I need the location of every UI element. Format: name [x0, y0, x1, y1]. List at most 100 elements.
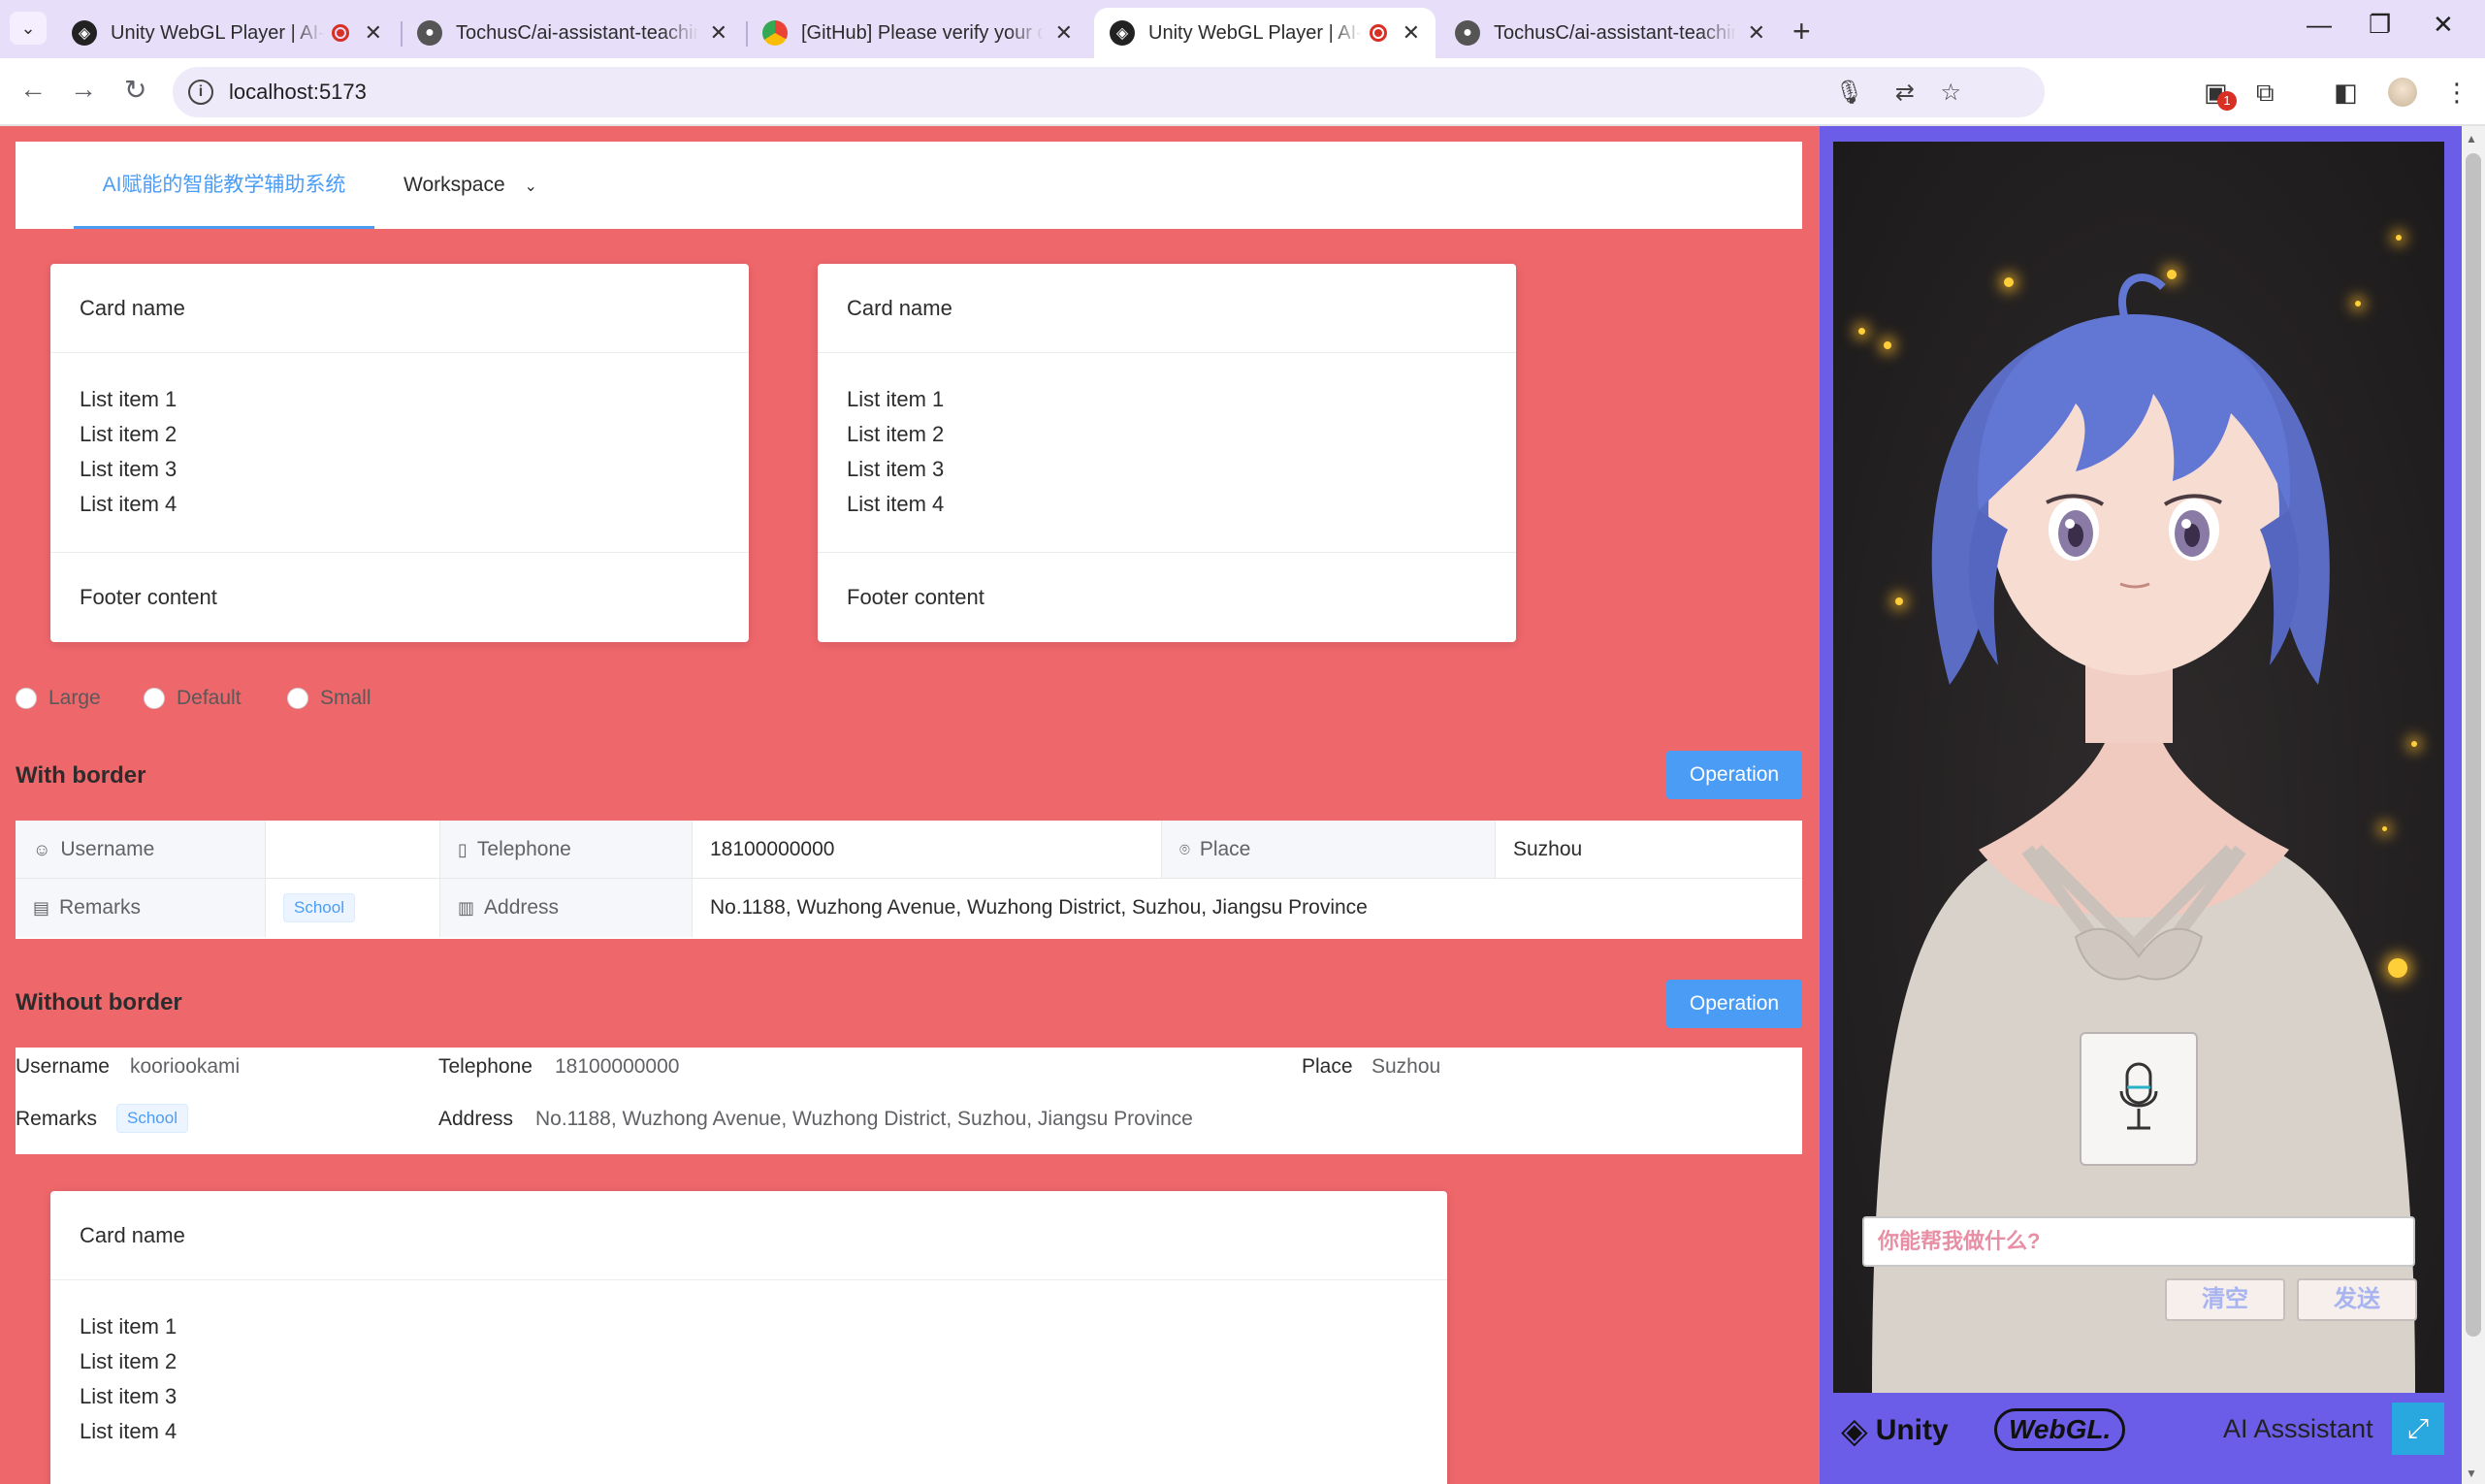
tab-title: Unity WebGL Player | AI-Assistant	[111, 21, 324, 44]
microphone-icon	[2119, 1062, 2158, 1130]
location-pin-icon: ⌾	[1179, 840, 1190, 859]
card-footer: Footer content	[847, 585, 984, 609]
radio-circle	[16, 688, 37, 709]
kebab-menu-icon[interactable]: ⋮	[2444, 78, 2469, 108]
unity-icon: ◈	[1110, 20, 1135, 46]
browser-tab[interactable]: ● TochusC/ai-assistant-teaching ✕	[402, 8, 743, 58]
descriptions-bordered: ☺ Username ▯ Telephone 18100000000 ⌾ Place …	[16, 821, 1802, 939]
card-header: Card name	[818, 264, 1516, 353]
unity-canvas[interactable]: 你能帮我做什么? 清空 发送	[1833, 142, 2444, 1393]
list-item: List item 4	[80, 492, 178, 516]
avatar-character	[1872, 274, 2415, 1393]
radio-label: Default	[177, 687, 242, 709]
chevron-down-icon: ⌄	[20, 17, 36, 38]
tab-title: [GitHub] Please verify your device	[801, 21, 1044, 44]
browser-tab[interactable]: [GitHub] Please verify your device ✕	[747, 8, 1088, 58]
list-item: List item 2	[80, 1349, 178, 1373]
reload-icon[interactable]: ↻	[124, 74, 146, 106]
browser-tab[interactable]: ◈ Unity WebGL Player | AI-Assistant ✕	[56, 8, 398, 58]
size-radio-large[interactable]: Large	[16, 687, 101, 710]
microphone-button[interactable]	[2080, 1032, 2198, 1166]
phone-icon: ▯	[458, 840, 468, 859]
new-tab-plus-icon[interactable]: +	[1792, 14, 1811, 49]
list-item: List item 3	[847, 457, 945, 481]
unity-icon: ◈	[72, 20, 97, 46]
fullscreen-button[interactable]: ⤢	[2392, 1403, 2444, 1455]
place-value: Suzhou	[1496, 821, 1802, 879]
restore-icon[interactable]: ❐	[2369, 10, 2391, 40]
card-body: List item 1 List item 2 List item 3 List…	[818, 353, 1516, 553]
puzzle-extensions-icon[interactable]: ⧉	[2256, 78, 2275, 109]
minimize-icon[interactable]: —	[2307, 10, 2332, 40]
tickets-icon: ▤	[33, 898, 50, 918]
close-tab-icon[interactable]: ✕	[1055, 20, 1073, 46]
unity-logo-text: Unity	[1875, 1414, 1949, 1446]
browser-tab[interactable]: ● TochusC/ai-assistant-teaching ✕	[1439, 8, 1781, 58]
section-title-without-border: Without border	[16, 989, 182, 1016]
main-content: AI赋能的智能教学辅助系统 Workspace ⌄ Card name List…	[0, 126, 1820, 1484]
address-label-cell: ▥ Address	[440, 879, 693, 937]
list-item: List item 4	[80, 1419, 178, 1443]
scroll-up-arrow-icon[interactable]: ▲	[2466, 132, 2477, 145]
github-icon: ●	[417, 20, 442, 46]
scroll-down-arrow-icon[interactable]: ▼	[2466, 1467, 2477, 1480]
address-value: No.1188, Wuzhong Avenue, Wuzhong Distric…	[535, 1108, 1193, 1130]
gmail-icon	[762, 20, 788, 46]
remarks-value: School	[116, 1104, 188, 1133]
bookmark-star-icon[interactable]: ☆	[1940, 79, 1961, 107]
operation-button[interactable]: Operation	[1666, 980, 1802, 1028]
clear-button[interactable]: 清空	[2165, 1278, 2285, 1321]
address-label: Address	[484, 896, 560, 919]
list-item: List item 4	[847, 492, 945, 516]
card: Card name List item 1 List item 2 List i…	[818, 264, 1516, 642]
side-panel-icon[interactable]: ◧	[2334, 78, 2358, 108]
remarks-label-cell: ▤ Remarks	[16, 879, 266, 937]
back-arrow-icon[interactable]: ←	[19, 74, 47, 105]
radio-label: Large	[48, 687, 101, 709]
webgl-logo: WebGL.	[1994, 1408, 2126, 1451]
username-label: Username	[16, 1055, 110, 1078]
username-value	[266, 821, 440, 879]
tab-title: TochusC/ai-assistant-teaching	[1494, 21, 1736, 44]
menu-item-label: AI赋能的智能教学辅助系统	[102, 174, 346, 196]
menu-item-home[interactable]: AI赋能的智能教学辅助系统	[74, 142, 374, 229]
size-radio-default[interactable]: Default	[144, 687, 242, 710]
microphone-icon[interactable]: 🎙	[1835, 79, 1864, 107]
list-item: List item 3	[80, 457, 178, 481]
username-label: Username	[60, 838, 155, 860]
card-footer: Footer content	[80, 585, 217, 609]
url-text: localhost:5173	[229, 80, 367, 104]
telephone-label-cell: ▯ Telephone	[440, 821, 693, 879]
forward-arrow-icon[interactable]: →	[70, 74, 97, 105]
close-tab-icon[interactable]: ✕	[365, 20, 382, 46]
close-tab-icon[interactable]: ✕	[1748, 20, 1765, 46]
size-radio-small[interactable]: Small	[287, 687, 371, 710]
list-item: List item 3	[80, 1384, 178, 1408]
school-tag: School	[116, 1104, 188, 1133]
site-info-icon[interactable]: i	[188, 80, 213, 105]
scrollbar-thumb[interactable]	[2466, 153, 2481, 1337]
close-window-icon[interactable]: ✕	[2433, 10, 2454, 40]
place-value: Suzhou	[1372, 1055, 1441, 1078]
chat-input[interactable]: 你能帮我做什么?	[1862, 1216, 2415, 1267]
menu-item-workspace[interactable]: Workspace ⌄	[403, 142, 537, 229]
list-item: List item 2	[80, 422, 178, 446]
close-tab-icon[interactable]: ✕	[710, 20, 727, 46]
close-tab-icon[interactable]: ✕	[1403, 20, 1420, 46]
translate-icon[interactable]: ⇄	[1895, 79, 1915, 107]
card-header: Card name	[50, 264, 749, 353]
unity-logo: ◈ Unity	[1841, 1410, 1949, 1451]
telephone-label: Telephone	[438, 1055, 532, 1078]
tab-title: TochusC/ai-assistant-teaching	[456, 21, 698, 44]
operation-button[interactable]: Operation	[1666, 751, 1802, 799]
card-body: List item 1 List item 2 List item 3 List…	[50, 353, 749, 553]
address-bar[interactable]: i localhost:5173 🎙 ⇄ ☆	[173, 67, 2045, 117]
browser-tab-active[interactable]: ◈ Unity WebGL Player | AI-Assistant ✕	[1094, 8, 1436, 58]
profile-avatar[interactable]	[2388, 78, 2417, 107]
tab-search-button[interactable]: ⌄	[10, 12, 47, 45]
remarks-label: Remarks	[16, 1108, 98, 1130]
send-button[interactable]: 发送	[2297, 1278, 2417, 1321]
unity-title: AI Asssistant	[2223, 1414, 2373, 1443]
username-label-cell: ☺ Username	[16, 821, 266, 879]
list-item: List item 2	[847, 422, 945, 446]
